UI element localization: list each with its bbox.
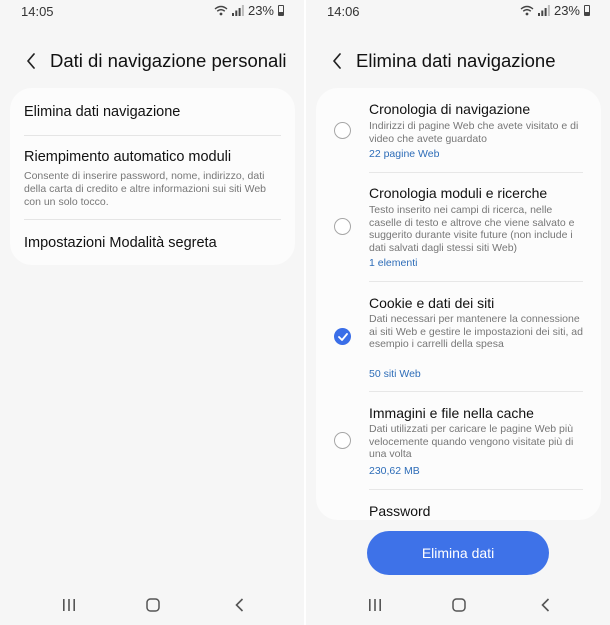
- option-title: Immagini e file nella cache: [369, 405, 534, 421]
- recents-button[interactable]: [60, 597, 78, 613]
- option-count: 50 siti Web: [369, 368, 421, 380]
- nav-back-button[interactable]: [536, 597, 554, 613]
- divider: [24, 135, 281, 136]
- signal-icon: [231, 5, 244, 16]
- option-checkbox[interactable]: [334, 218, 351, 235]
- menu-item-delete-browsing-data[interactable]: Elimina dati navigazione: [24, 104, 281, 120]
- wifi-icon: [520, 5, 534, 16]
- option-title: Cronologia di navigazione: [369, 101, 531, 117]
- recents-button[interactable]: [366, 597, 384, 613]
- app-header: Dati di navigazione personali: [0, 46, 304, 76]
- home-icon: [146, 598, 160, 612]
- status-time: 14:05: [21, 4, 54, 19]
- left-screen: 14:05 23% Dati di navigazione personali …: [0, 0, 304, 625]
- option-description: Testo inserito nei campi di ricerca, nel…: [369, 204, 575, 254]
- right-screen: 14:06 23% Elimina dati navigazione Crono…: [306, 0, 610, 625]
- menu-item-label: Riempimento automatico moduli: [24, 149, 232, 165]
- status-bar: 14:06 23%: [306, 0, 610, 24]
- options-card: Cronologia di navigazione Indirizzi di p…: [316, 88, 601, 520]
- recents-icon: [369, 599, 381, 611]
- option-count: 1 elementi: [369, 257, 418, 269]
- battery-percent: 23%: [553, 3, 580, 18]
- option-count: 22 pagine Web: [369, 148, 440, 160]
- menu-item-description: Consente di inserire password, nome, ind…: [24, 170, 266, 208]
- option-count: 230,62 MB: [369, 465, 420, 477]
- back-button[interactable]: [322, 46, 352, 76]
- settings-card: Elimina dati navigazione Riempimento aut…: [10, 88, 295, 265]
- option-passwords[interactable]: Password: [316, 490, 601, 520]
- system-nav-bar: [0, 585, 304, 625]
- home-button[interactable]: [144, 597, 162, 613]
- battery-icon: [278, 5, 284, 16]
- wifi-icon: [214, 5, 228, 16]
- home-icon: [452, 598, 466, 612]
- status-time: 14:06: [327, 4, 360, 19]
- option-description: Dati utilizzati per caricare le pagine W…: [369, 423, 574, 461]
- status-icons: 23%: [520, 3, 590, 18]
- status-icons: 23%: [214, 3, 284, 18]
- option-forms-search-history[interactable]: Cronologia moduli e ricerche Testo inser…: [316, 173, 601, 281]
- chevron-left-icon: [27, 53, 35, 69]
- divider: [24, 219, 281, 220]
- nav-back-button[interactable]: [230, 597, 248, 613]
- delete-data-button[interactable]: Elimina dati: [367, 531, 549, 575]
- battery-icon: [584, 5, 590, 16]
- option-checkbox[interactable]: [334, 122, 351, 139]
- chevron-left-icon: [333, 53, 341, 69]
- app-header: Elimina dati navigazione: [306, 46, 610, 76]
- nav-back-icon: [234, 598, 243, 612]
- battery-percent: 23%: [247, 3, 274, 18]
- home-button[interactable]: [450, 597, 468, 613]
- option-checkbox[interactable]: [334, 432, 351, 449]
- status-bar: 14:05 23%: [0, 0, 304, 24]
- option-checkbox-checked[interactable]: [334, 328, 351, 345]
- signal-icon: [537, 5, 550, 16]
- option-description: Dati necessari per mantenere la connessi…: [369, 313, 583, 351]
- page-title: Dati di navigazione personali: [50, 50, 287, 71]
- system-nav-bar: [306, 585, 610, 625]
- nav-back-icon: [540, 598, 549, 612]
- option-title: Cookie e dati dei siti: [369, 295, 495, 311]
- option-title: Password: [369, 503, 431, 519]
- back-button[interactable]: [16, 46, 46, 76]
- recents-icon: [63, 599, 75, 611]
- option-description: Indirizzi di pagine Web che avete visita…: [369, 120, 579, 145]
- option-browsing-history[interactable]: Cronologia di navigazione Indirizzi di p…: [316, 88, 601, 172]
- page-title: Elimina dati navigazione: [356, 50, 556, 71]
- menu-item-secret-mode-settings[interactable]: Impostazioni Modalità segreta: [24, 235, 281, 251]
- menu-item-autofill-forms[interactable]: Riempimento automatico moduli Consente d…: [24, 149, 281, 209]
- option-title: Cronologia moduli e ricerche: [369, 185, 548, 201]
- option-cached-images-files[interactable]: Immagini e file nella cache Dati utilizz…: [316, 392, 601, 488]
- check-icon: [337, 332, 348, 341]
- menu-item-label: Elimina dati navigazione: [24, 104, 181, 120]
- option-cookies-site-data[interactable]: Cookie e dati dei siti Dati necessari pe…: [316, 282, 601, 391]
- menu-item-label: Impostazioni Modalità segreta: [24, 235, 217, 251]
